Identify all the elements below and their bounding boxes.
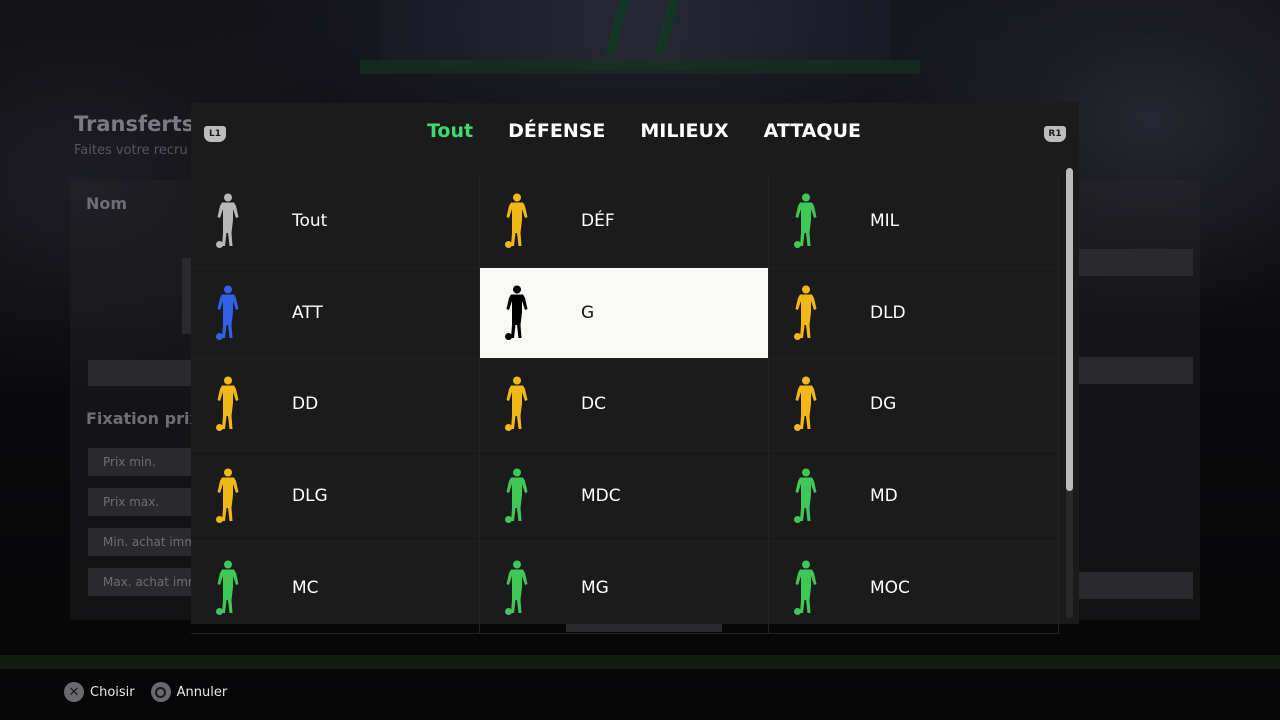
max-buy-now-field: Max. achat imm (88, 568, 198, 596)
position-label: MIL (870, 211, 900, 232)
player-silhouette-icon (215, 193, 241, 249)
position-option-mil[interactable]: MIL (769, 176, 1059, 268)
scrollbar[interactable] (1066, 168, 1073, 618)
position-option-mdc[interactable]: MDC (480, 450, 769, 543)
player-silhouette-icon (793, 376, 819, 432)
player-silhouette-icon (793, 560, 819, 616)
player-silhouette-icon (215, 560, 241, 616)
name-section-label: Nom (86, 194, 128, 213)
background-right-field-1 (1078, 249, 1193, 276)
position-option-dld[interactable]: DLD (769, 267, 1059, 360)
player-silhouette-icon (793, 285, 819, 341)
page-subtitle: Faites votre recru (74, 143, 188, 158)
position-label: DLD (870, 302, 906, 323)
circle-button-icon (150, 682, 171, 702)
player-silhouette-icon (215, 468, 241, 524)
background-reset-bar (88, 360, 193, 386)
tab-milieux[interactable]: MILIEUX (640, 120, 728, 142)
background-strip (360, 60, 920, 74)
position-label: MOC (870, 577, 910, 598)
scrollbar-thumb[interactable] (1066, 168, 1073, 491)
position-tabs: Tout DÉFENSE MILIEUX ATTAQUE (191, 120, 1079, 142)
min-buy-now-field: Min. achat imm (88, 528, 198, 556)
cross-button-icon: ✕ (64, 682, 84, 702)
tab-tout[interactable]: Tout (427, 120, 473, 142)
choose-hint[interactable]: ✕ Choisir (64, 682, 135, 702)
position-option-md[interactable]: MD (769, 450, 1059, 543)
player-silhouette-icon (215, 285, 241, 341)
min-price-field: Prix min. (88, 448, 198, 476)
position-option-moc[interactable]: MOC (769, 542, 1059, 634)
position-option-dc[interactable]: DC (480, 359, 769, 451)
r1-bumper-icon[interactable]: R1 (1044, 126, 1066, 142)
background-bottom-bar (0, 655, 1280, 669)
position-label: DG (870, 394, 897, 415)
position-option-mc[interactable]: MC (191, 542, 480, 634)
player-silhouette-icon (504, 193, 530, 249)
position-label: MD (870, 486, 898, 507)
position-option-dlg[interactable]: DLG (191, 450, 480, 543)
position-label: DLG (292, 486, 328, 507)
player-silhouette-icon (793, 468, 819, 524)
position-label: DÉF (581, 211, 615, 232)
position-option-def[interactable]: DÉF (480, 176, 769, 268)
player-silhouette-icon (504, 376, 530, 432)
cancel-hint[interactable]: Annuler (150, 682, 228, 702)
position-label: MC (292, 577, 319, 598)
player-silhouette-icon (504, 285, 530, 341)
background-right-field-2 (1078, 357, 1193, 384)
player-silhouette-icon (504, 560, 530, 616)
tab-defense[interactable]: DÉFENSE (508, 120, 605, 142)
modal-header: L1 Tout DÉFENSE MILIEUX ATTAQUE R1 (191, 103, 1079, 165)
price-section-label: Fixation prix (86, 409, 200, 428)
position-option-mg[interactable]: MG (480, 542, 769, 634)
position-label: MG (581, 577, 609, 598)
position-option-dg[interactable]: DG (769, 359, 1059, 451)
position-selector-modal: L1 Tout DÉFENSE MILIEUX ATTAQUE R1 Tout DÉF M… (191, 103, 1079, 634)
player-silhouette-icon (504, 468, 530, 524)
player-silhouette-icon (793, 193, 819, 249)
position-label: DC (581, 394, 606, 415)
page-title: Transferts (74, 112, 195, 136)
player-silhouette-icon (215, 376, 241, 432)
tab-attaque[interactable]: ATTAQUE (764, 120, 861, 142)
position-option-dd[interactable]: DD (191, 359, 480, 451)
cancel-label: Annuler (176, 684, 228, 700)
controller-hints: ✕ Choisir Annuler (64, 682, 227, 702)
position-option-tout[interactable]: Tout (191, 176, 480, 268)
choose-label: Choisir (90, 684, 135, 700)
position-label: MDC (581, 486, 621, 507)
position-label: DD (292, 394, 319, 415)
position-label: G (581, 302, 595, 323)
position-grid: Tout DÉF MIL ATT G DLD DD DC DG DLG MDC MD MC MG MOC (191, 176, 1059, 634)
position-option-g[interactable]: G (480, 267, 769, 360)
background-right-field-3 (1078, 572, 1193, 599)
position-option-att[interactable]: ATT (191, 267, 480, 360)
position-label: Tout (292, 211, 328, 232)
max-price-field: Prix max. (88, 488, 198, 516)
position-label: ATT (292, 302, 323, 323)
